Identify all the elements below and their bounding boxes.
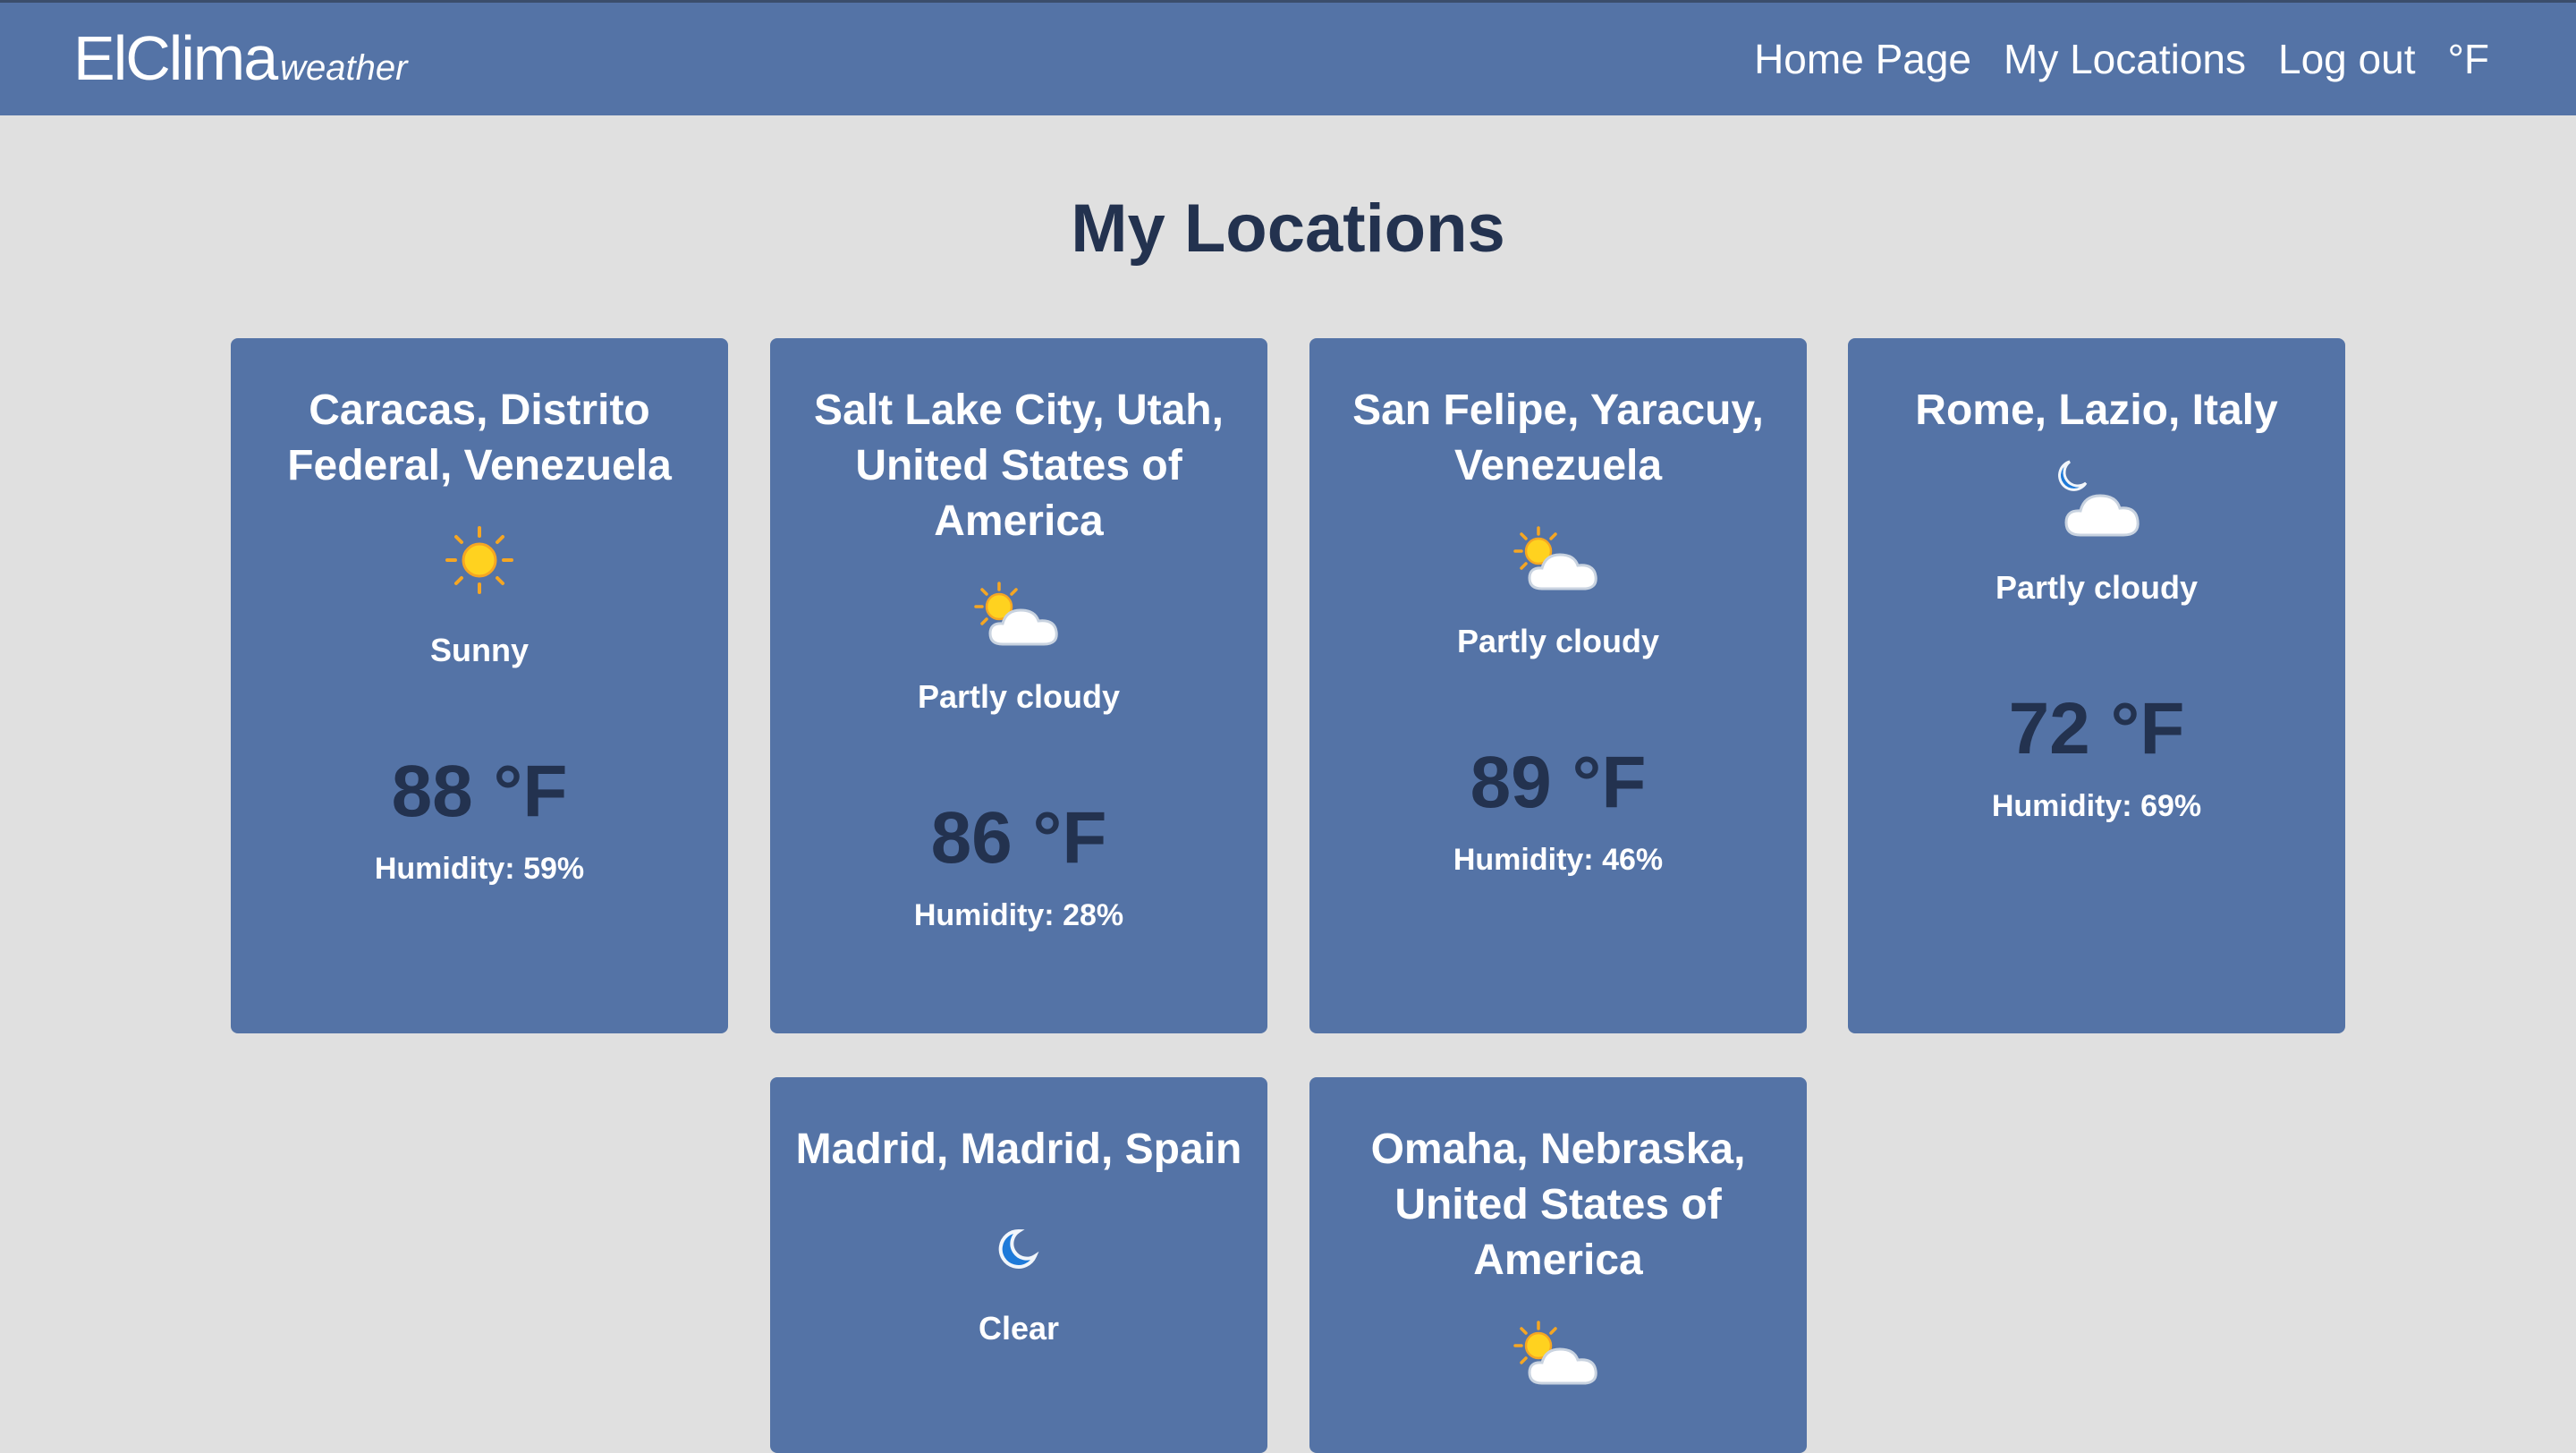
sun-cloud-icon <box>1513 1321 1597 1385</box>
nav-links: Home Page My Locations Log out °F <box>1754 35 2489 83</box>
temperature: 89 °F <box>1470 742 1647 823</box>
nav-home-page-link[interactable]: Home Page <box>1754 35 1971 83</box>
weather-condition: Partly cloudy <box>1456 623 1660 659</box>
humidity: Humidity: 46% <box>1453 843 1664 877</box>
moon-icon <box>998 1228 1039 1269</box>
humidity: Humidity: 59% <box>374 852 585 886</box>
temperature: 86 °F <box>930 797 1107 879</box>
humidity: Humidity: 69% <box>1991 789 2202 823</box>
sun-icon <box>445 526 513 594</box>
unit-toggle[interactable]: °F <box>2448 35 2490 83</box>
weather-condition: Sunny <box>429 632 529 668</box>
sun-cloud-icon <box>1513 526 1597 591</box>
moon-cloud-icon <box>2058 460 2140 537</box>
nav-logout-link[interactable]: Log out <box>2278 35 2415 83</box>
humidity: Humidity: 28% <box>913 898 1124 932</box>
brand-name: ElClima <box>73 23 278 93</box>
temperature: 88 °F <box>391 751 568 832</box>
weather-condition: Partly cloudy <box>917 678 1121 715</box>
weather-condition: Clear <box>978 1310 1060 1347</box>
navbar: ElClima weather Home Page My Locations L… <box>0 0 2576 115</box>
page-title: My Locations <box>1071 191 1505 267</box>
location-card[interactable]: San Felipe, Yaracuy, Venezuela Partly cl… <box>1309 338 1807 1033</box>
brand-logo[interactable]: ElClima weather <box>73 22 407 94</box>
location-card[interactable]: Salt Lake City, Utah, United States of A… <box>770 338 1267 1033</box>
temperature: 72 °F <box>2008 688 2185 769</box>
location-name: Rome, Lazio, Italy <box>1915 387 2278 434</box>
weather-condition: Partly cloudy <box>1995 569 2199 606</box>
location-card[interactable]: Omaha, Nebraska, United States of Americ… <box>1309 1077 1807 1453</box>
location-name: Salt Lake City, Utah, United States of A… <box>814 387 1224 545</box>
location-card[interactable]: Madrid, Madrid, Spain Clear <box>770 1077 1267 1453</box>
location-card[interactable]: Caracas, Distrito Federal, Venezuela Sun… <box>231 338 728 1033</box>
sun-cloud-icon <box>974 582 1058 646</box>
location-card[interactable]: Rome, Lazio, Italy Partly cloudy 72 °F H… <box>1848 338 2345 1033</box>
location-name: Madrid, Madrid, Spain <box>795 1126 1242 1173</box>
nav-my-locations-link[interactable]: My Locations <box>2004 35 2246 83</box>
location-name: Caracas, Distrito Federal, Venezuela <box>287 387 672 489</box>
location-name: Omaha, Nebraska, United States of Americ… <box>1370 1126 1746 1284</box>
brand-tagline: weather <box>280 48 408 88</box>
location-name: San Felipe, Yaracuy, Venezuela <box>1352 387 1764 489</box>
